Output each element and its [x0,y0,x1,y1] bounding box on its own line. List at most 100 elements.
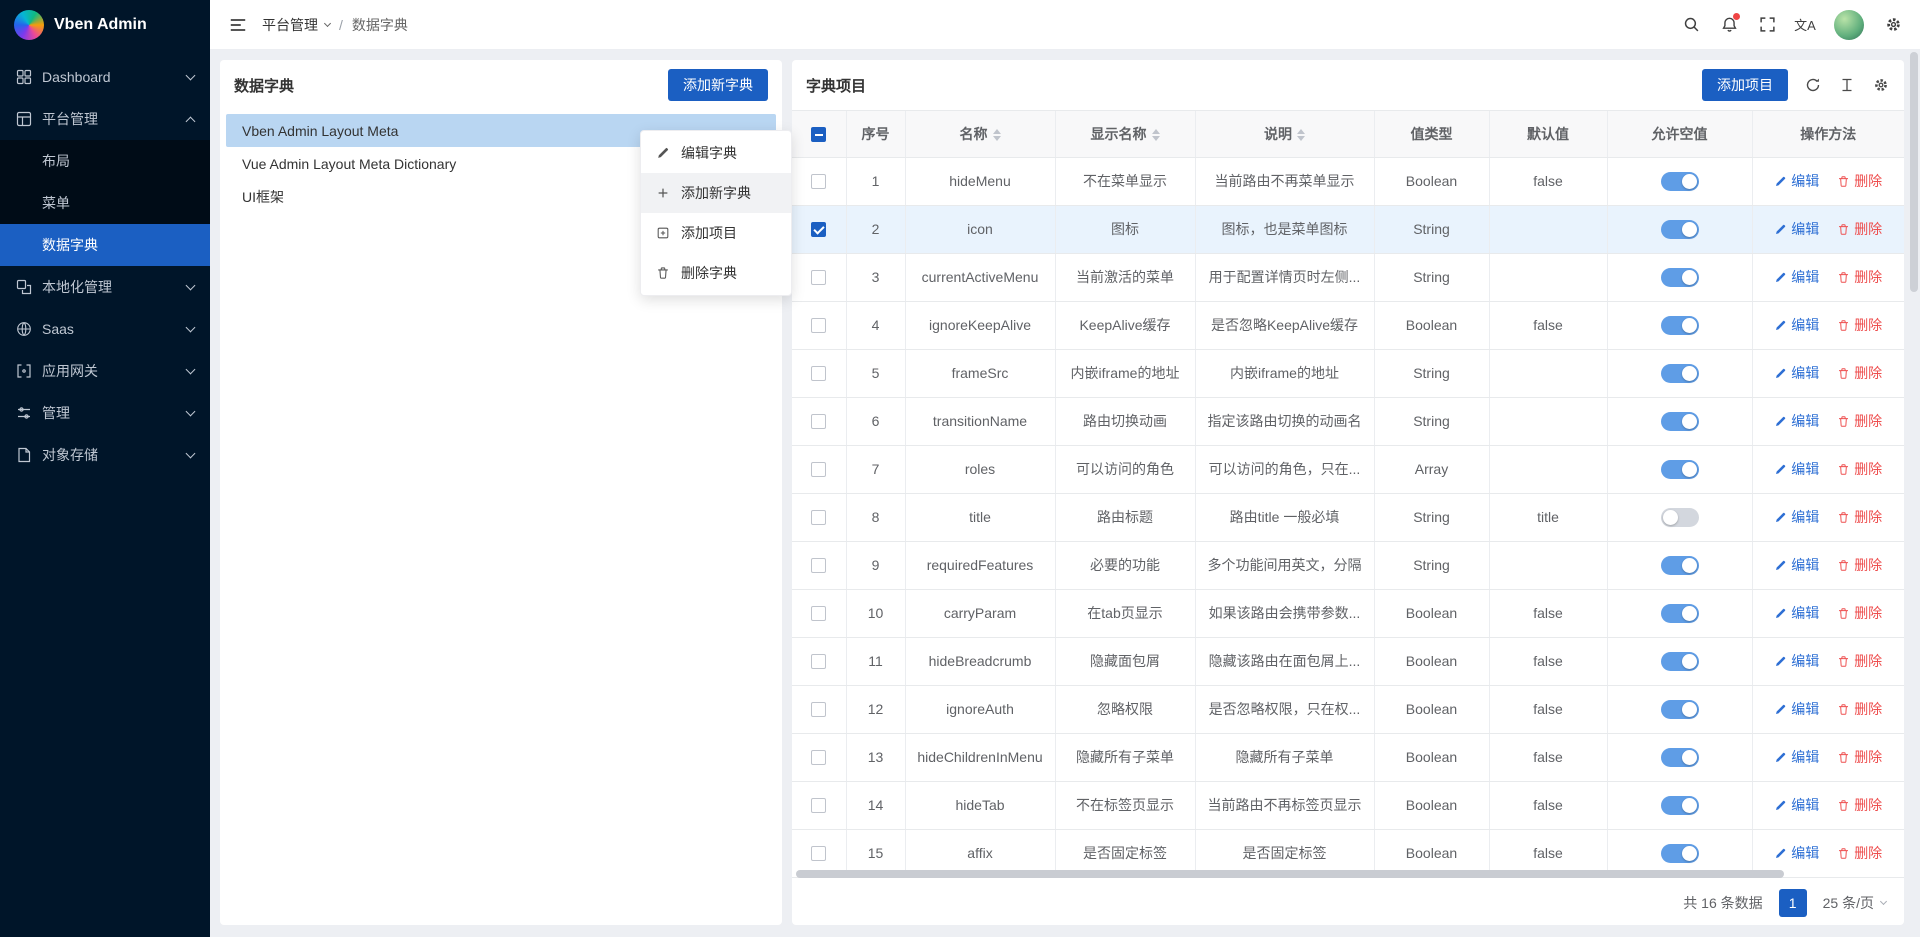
delete-button[interactable]: 删除 [1837,411,1882,431]
allow-null-toggle[interactable] [1661,604,1699,623]
allow-null-toggle[interactable] [1661,268,1699,287]
edit-button[interactable]: 编辑 [1774,651,1819,671]
sidebar-item-platform-management[interactable]: 平台管理 [0,98,210,140]
translate-icon[interactable]: 文A [1796,16,1814,34]
row-checkbox[interactable] [811,750,826,765]
row-checkbox[interactable] [811,270,826,285]
row-checkbox[interactable] [811,222,826,237]
refresh-icon[interactable] [1804,76,1822,94]
column-settings-gear-icon[interactable] [1872,76,1890,94]
add-dictionary-button[interactable]: 添加新字典 [668,69,768,101]
allow-null-toggle[interactable] [1661,364,1699,383]
edit-button[interactable]: 编辑 [1774,555,1819,575]
settings-gear-icon[interactable] [1884,16,1902,34]
allow-null-toggle[interactable] [1661,556,1699,575]
allow-null-toggle[interactable] [1661,652,1699,671]
delete-button[interactable]: 删除 [1837,651,1882,671]
edit-button[interactable]: 编辑 [1774,411,1819,431]
edit-button[interactable]: 编辑 [1774,171,1819,191]
allow-null-toggle[interactable] [1661,700,1699,719]
row-checkbox[interactable] [811,462,826,477]
delete-button[interactable]: 删除 [1837,171,1882,191]
allow-null-toggle[interactable] [1661,844,1699,863]
user-avatar[interactable] [1834,10,1864,40]
row-checkbox[interactable] [811,606,826,621]
delete-button[interactable]: 删除 [1837,219,1882,239]
column-header-display-name[interactable]: 显示名称 [1055,111,1195,157]
delete-button[interactable]: 删除 [1837,747,1882,767]
row-checkbox[interactable] [811,846,826,861]
row-checkbox[interactable] [811,558,826,573]
edit-button[interactable]: 编辑 [1774,843,1819,863]
add-item-button[interactable]: 添加项目 [1702,69,1788,101]
search-icon[interactable] [1682,16,1700,34]
allow-null-toggle[interactable] [1661,796,1699,815]
delete-button[interactable]: 删除 [1837,603,1882,623]
delete-button[interactable]: 删除 [1837,507,1882,527]
vertical-scrollbar[interactable] [1910,52,1918,933]
allow-null-toggle[interactable] [1661,220,1699,239]
edit-button[interactable]: 编辑 [1774,219,1819,239]
sidebar-item-object-storage[interactable]: 对象存储 [0,434,210,476]
breadcrumb-item-platform[interactable]: 平台管理 [262,15,330,35]
sidebar-item-menu[interactable]: 菜单 [0,182,210,224]
sort-icons[interactable] [1152,129,1160,141]
edit-button[interactable]: 编辑 [1774,459,1819,479]
edit-button[interactable]: 编辑 [1774,315,1819,335]
delete-button[interactable]: 删除 [1837,363,1882,383]
row-checkbox[interactable] [811,318,826,333]
edit-button[interactable]: 编辑 [1774,795,1819,815]
sidebar-item-management[interactable]: 管理 [0,392,210,434]
delete-button[interactable]: 删除 [1837,459,1882,479]
edit-button[interactable]: 编辑 [1774,267,1819,287]
page-size-select[interactable]: 25 条/页 [1823,893,1886,913]
edit-button[interactable]: 编辑 [1774,603,1819,623]
edit-button[interactable]: 编辑 [1774,363,1819,383]
menu-collapse-icon[interactable] [228,15,248,35]
column-header-description[interactable]: 说明 [1195,111,1374,157]
row-checkbox[interactable] [811,798,826,813]
sidebar-item-dashboard[interactable]: Dashboard [0,56,210,98]
sidebar-item-gateway[interactable]: 应用网关 [0,350,210,392]
row-checkbox[interactable] [811,174,826,189]
context-menu-add-dictionary[interactable]: 添加新字典 [641,173,791,213]
sidebar-item-data-dictionary[interactable]: 数据字典 [0,224,210,266]
delete-button[interactable]: 删除 [1837,843,1882,863]
allow-null-toggle[interactable] [1661,412,1699,431]
sidebar-item-localization[interactable]: 本地化管理 [0,266,210,308]
app-logo[interactable]: Vben Admin [0,0,210,50]
context-menu-edit-dictionary[interactable]: 编辑字典 [641,133,791,173]
horizontal-scrollbar[interactable] [796,870,1858,878]
delete-button[interactable]: 删除 [1837,795,1882,815]
row-checkbox[interactable] [811,366,826,381]
sort-icons[interactable] [1297,129,1305,141]
edit-button[interactable]: 编辑 [1774,507,1819,527]
sidebar-item-saas[interactable]: Saas [0,308,210,350]
allow-null-toggle[interactable] [1661,316,1699,335]
delete-button[interactable]: 删除 [1837,555,1882,575]
allow-null-toggle[interactable] [1661,172,1699,191]
page-1-button[interactable]: 1 [1779,889,1807,917]
row-checkbox[interactable] [811,510,826,525]
row-height-icon[interactable] [1838,76,1856,94]
allow-null-toggle[interactable] [1661,460,1699,479]
vertical-scrollbar-thumb[interactable] [1910,52,1918,292]
notification-bell-icon[interactable] [1720,16,1738,34]
delete-button[interactable]: 删除 [1837,315,1882,335]
context-menu-delete-dictionary[interactable]: 删除字典 [641,253,791,293]
select-all-checkbox[interactable] [811,127,826,142]
row-checkbox[interactable] [811,702,826,717]
row-checkbox[interactable] [811,654,826,669]
allow-null-toggle[interactable] [1661,748,1699,767]
row-checkbox[interactable] [811,414,826,429]
fullscreen-icon[interactable] [1758,16,1776,34]
sidebar-item-layout[interactable]: 布局 [0,140,210,182]
column-header-name[interactable]: 名称 [905,111,1055,157]
allow-null-toggle[interactable] [1661,508,1699,527]
context-menu-add-item[interactable]: 添加项目 [641,213,791,253]
edit-button[interactable]: 编辑 [1774,699,1819,719]
delete-button[interactable]: 删除 [1837,699,1882,719]
sort-icons[interactable] [993,129,1001,141]
delete-button[interactable]: 删除 [1837,267,1882,287]
edit-button[interactable]: 编辑 [1774,747,1819,767]
